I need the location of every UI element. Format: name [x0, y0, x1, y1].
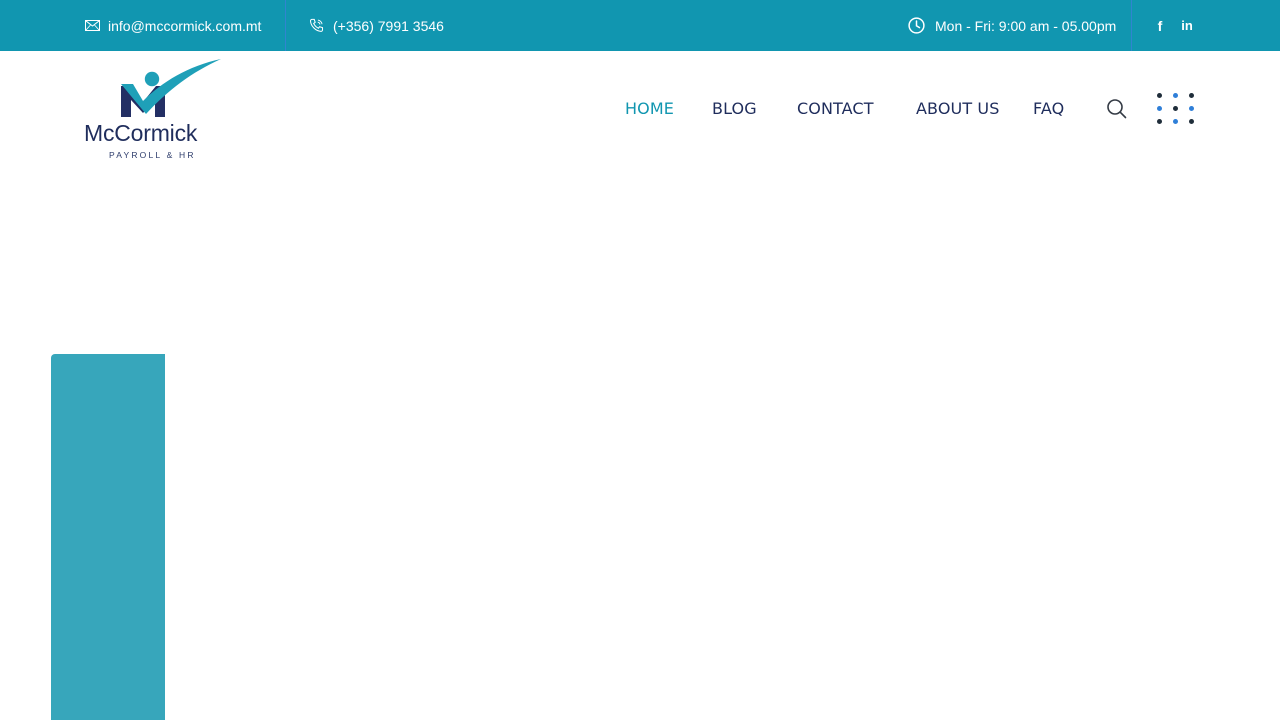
grid-dot — [1157, 93, 1162, 98]
nav-item-faq[interactable]: FAQ — [1033, 99, 1064, 118]
grid-dot — [1189, 93, 1194, 98]
facebook-icon[interactable]: f — [1152, 18, 1168, 34]
clock-icon — [908, 17, 925, 34]
grid-dot — [1189, 119, 1194, 124]
social-links: f in — [1152, 0, 1197, 51]
nav-item-contact[interactable]: CONTACT — [797, 99, 874, 118]
hours-text: Mon - Fri: 9:00 am - 05.00pm — [935, 17, 1117, 34]
grid-dot — [1189, 106, 1194, 111]
business-hours: Mon - Fri: 9:00 am - 05.00pm — [908, 0, 1116, 51]
accent-panel — [51, 354, 165, 720]
linkedin-icon[interactable]: in — [1177, 18, 1197, 33]
email-text: info@mccormick.com.mt — [108, 17, 262, 34]
nav-item-about-us[interactable]: ABOUT US — [916, 99, 999, 118]
phone-contact[interactable]: (+356) 7991 3546 — [309, 0, 444, 51]
topbar-divider — [285, 0, 286, 51]
top-bar: info@mccormick.com.mt (+356) 7991 3546 M… — [0, 0, 1280, 51]
site-logo[interactable]: McCormick PAYROLL & HR — [84, 58, 224, 164]
phone-icon — [309, 18, 324, 33]
grid-dot — [1173, 93, 1178, 98]
nav-item-home[interactable]: HOME — [625, 99, 674, 118]
site-header: McCormick PAYROLL & HR HOME BLOG CONTACT… — [0, 51, 1280, 171]
envelope-icon — [85, 20, 100, 31]
topbar-divider — [1131, 0, 1132, 51]
search-button[interactable] — [1106, 98, 1128, 120]
grid-dot — [1157, 106, 1162, 111]
grid-dot — [1173, 119, 1178, 124]
grid-dot — [1173, 106, 1178, 111]
logo-tagline: PAYROLL & HR — [109, 150, 196, 160]
grid-dot — [1157, 119, 1162, 124]
search-icon — [1107, 99, 1127, 119]
email-contact[interactable]: info@mccormick.com.mt — [85, 0, 261, 51]
nav-item-blog[interactable]: BLOG — [712, 99, 757, 118]
logo-wordmark: McCormick — [84, 120, 198, 146]
phone-text: (+356) 7991 3546 — [333, 17, 444, 34]
logo-mark-icon — [121, 59, 221, 117]
dots-grid-icon[interactable] — [1157, 93, 1197, 129]
